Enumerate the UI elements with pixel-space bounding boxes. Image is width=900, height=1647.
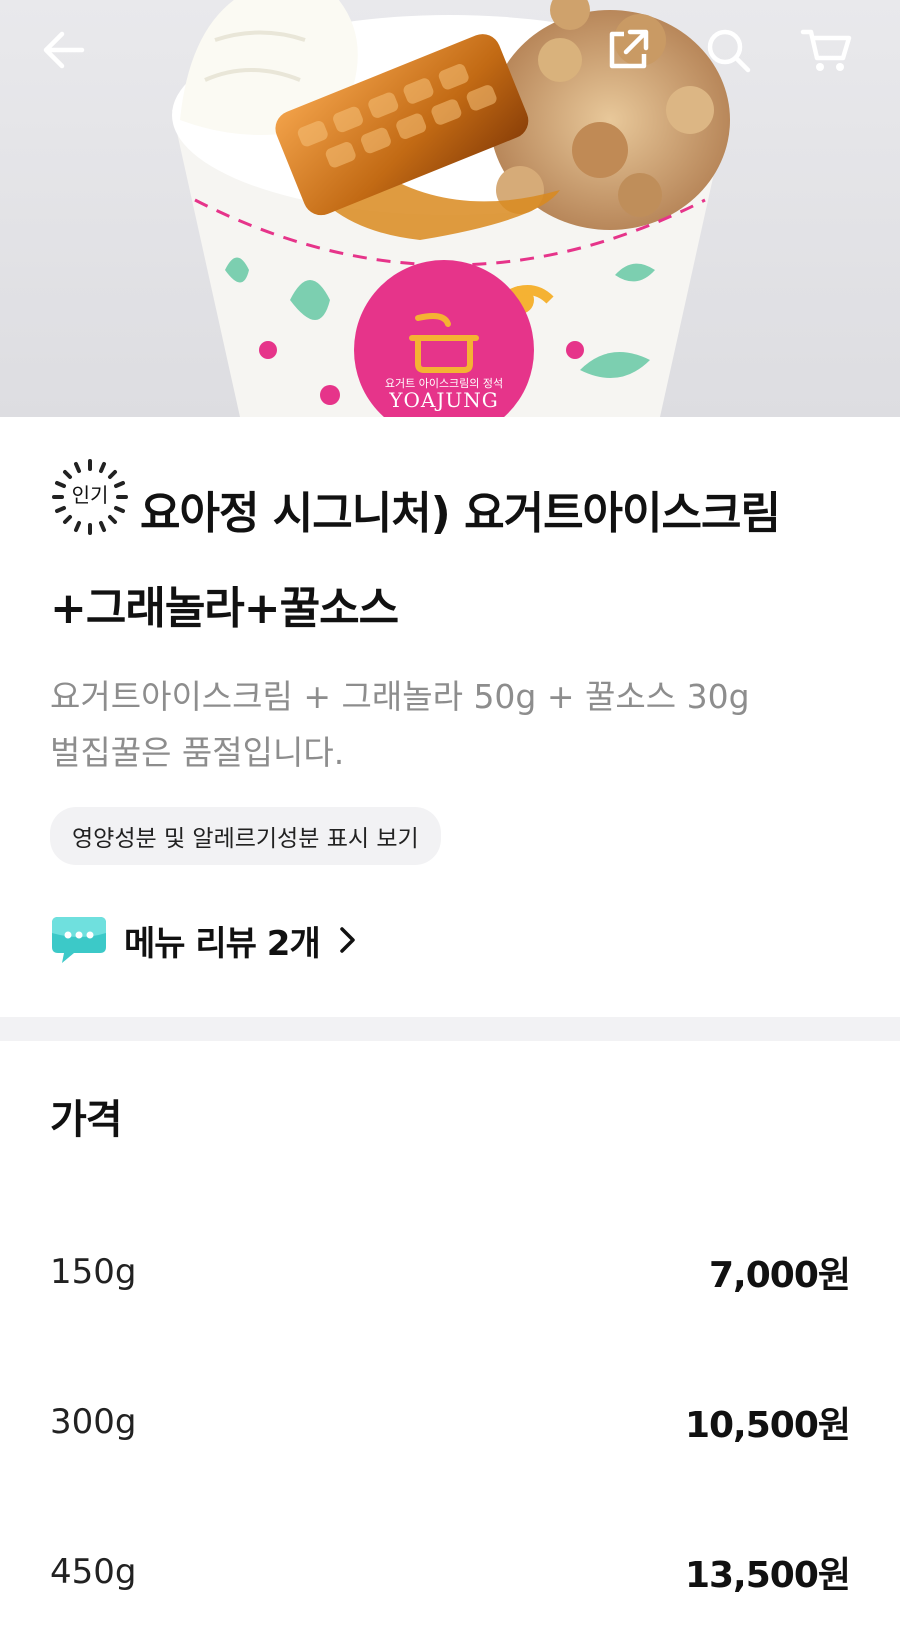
back-button[interactable] (36, 22, 92, 78)
nutrition-allergy-button[interactable]: 영양성분 및 알레르기성분 표시 보기 (50, 807, 441, 865)
price-option-amount: 10,500원 (684, 1405, 851, 1446)
share-button[interactable] (600, 22, 656, 78)
price-option-450g[interactable]: 450g 13,500원 (50, 1497, 851, 1647)
share-icon (609, 29, 649, 69)
menu-review-link[interactable]: 메뉴 리뷰 2개 (50, 915, 358, 965)
price-option-size: 300g (50, 1402, 137, 1442)
menu-review-label: 메뉴 리뷰 2개 (124, 923, 321, 964)
price-option-amount: 13,500원 (684, 1555, 851, 1596)
product-title: 인기 요아정 시그니처) 요거트아이스크림+그래놀라+꿀소스 (50, 459, 850, 649)
product-photo: 요거트 아이스크림의 정석 YOAJUNG (0, 0, 900, 417)
search-button[interactable] (700, 22, 756, 78)
speech-bubble-icon (52, 917, 106, 963)
product-name: 요아정 시그니처) 요거트아이스크림+그래놀라+꿀소스 (50, 488, 781, 634)
section-divider (0, 1017, 900, 1041)
product-description: 요거트아이스크림 + 그래놀라 50g + 꿀소스 30g 벌집꿀은 품절입니다… (50, 669, 850, 781)
popular-badge-label: 인기 (71, 483, 109, 507)
price-option-amount: 7,000원 (709, 1255, 851, 1296)
back-arrow-icon (43, 31, 85, 69)
cart-button[interactable] (798, 22, 854, 78)
popular-badge: 인기 (50, 457, 130, 563)
price-option-size: 150g (50, 1252, 137, 1292)
cart-icon (800, 29, 852, 71)
price-section-title: 가격 (50, 1097, 123, 1143)
product-info: 인기 요아정 시그니처) 요거트아이스크림+그래놀라+꿀소스 요거트아이스크림 … (0, 459, 900, 965)
price-option-300g[interactable]: 300g 10,500원 (50, 1347, 851, 1497)
description-line-2: 벌집꿀은 품절입니다. (50, 733, 345, 772)
chevron-right-icon (339, 927, 355, 953)
top-bar (0, 0, 900, 100)
brand-name: YOAJUNG (389, 388, 499, 412)
price-option-150g[interactable]: 150g 7,000원 (50, 1197, 851, 1347)
price-list: 150g 7,000원 300g 10,500원 450g 13,500원 (50, 1197, 851, 1647)
price-option-size: 450g (50, 1552, 137, 1592)
description-line-1: 요거트아이스크림 + 그래놀라 50g + 꿀소스 30g (50, 677, 750, 716)
search-icon (707, 29, 751, 73)
